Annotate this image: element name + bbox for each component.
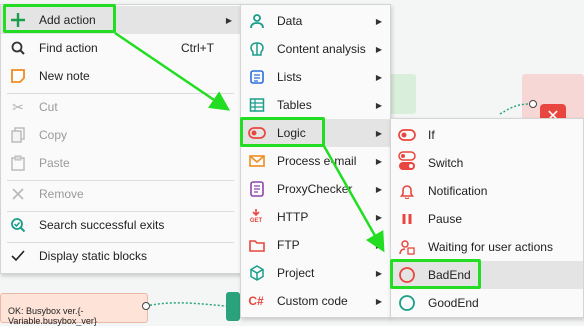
logic-item-label: Waiting for user actions <box>428 240 553 254</box>
menu-item-label: Cut <box>39 100 58 114</box>
submenu-item-content-analysis[interactable]: Content analysis ▶ <box>241 35 390 63</box>
submenu-item-custom-code[interactable]: C# Custom code ▶ <box>241 287 390 315</box>
submenu-item-lists[interactable]: Lists ▶ <box>241 63 390 91</box>
http-icon-text: GET <box>249 218 263 224</box>
logic-item-goodend[interactable]: GoodEnd <box>391 289 583 317</box>
note-icon <box>9 67 27 85</box>
submenu-item-label: Custom code <box>277 294 348 308</box>
chevron-right-icon: ▶ <box>375 212 382 222</box>
submenu-item-ftp[interactable]: FTP ▶ <box>241 231 390 259</box>
switch-icon <box>398 151 416 170</box>
menu-item-find-action[interactable]: Find action Ctrl+T <box>1 34 240 62</box>
menu-item-label: Search successful exits <box>39 218 165 232</box>
menu-item-cut[interactable]: ✂ Cut <box>1 93 240 121</box>
paste-icon <box>9 154 27 172</box>
logic-item-label: GoodEnd <box>428 296 479 310</box>
chevron-right-icon: ▶ <box>375 268 382 278</box>
menu-item-copy[interactable]: Copy <box>1 121 240 149</box>
good-end-circle-icon <box>398 294 416 312</box>
logic-item-notification[interactable]: Notification <box>391 177 583 205</box>
submenu-item-label: HTTP <box>277 210 309 224</box>
http-get-icon: GET <box>247 207 265 225</box>
submenu-item-label: Lists <box>277 70 302 84</box>
highlight-box-badend <box>390 259 481 289</box>
actions-submenu: Data ▶ Content analysis ▶ Lists ▶ Tables… <box>240 4 391 318</box>
highlight-box-logic <box>240 117 325 147</box>
table-icon <box>248 96 266 114</box>
submenu-item-data[interactable]: Data ▶ <box>241 7 390 35</box>
scissors-icon: ✂ <box>12 98 24 115</box>
chevron-right-icon: ▶ <box>375 296 382 306</box>
submenu-item-label: ProxyChecker <box>277 182 353 196</box>
chevron-right-icon: ▶ <box>225 15 232 25</box>
submenu-item-label: FTP <box>277 238 300 252</box>
menu-item-search-successful-exits[interactable]: Search successful exits <box>1 211 240 239</box>
menu-item-label: Remove <box>39 187 84 201</box>
highlight-box-add-action <box>3 4 116 33</box>
submenu-item-label: Data <box>277 14 303 28</box>
submenu-item-http[interactable]: GET HTTP ▶ <box>241 203 390 231</box>
menu-item-label: New note <box>39 69 90 83</box>
pause-icon <box>398 210 416 228</box>
remove-icon <box>9 185 27 203</box>
submenu-item-label: Tables <box>277 98 312 112</box>
search-icon <box>9 39 27 57</box>
chevron-right-icon: ▶ <box>375 16 382 26</box>
person-icon <box>248 12 266 30</box>
canvas-note-text-2: Variable.busybox_ver} <box>8 316 97 326</box>
chevron-right-icon: ▶ <box>375 72 382 82</box>
chevron-right-icon: ▶ <box>375 240 382 250</box>
list-icon <box>248 68 266 86</box>
menu-item-new-note[interactable]: New note <box>1 62 240 90</box>
logic-item-label: If <box>428 128 435 142</box>
chevron-right-icon: ▶ <box>375 44 382 54</box>
logic-item-waiting-for-user-actions[interactable]: Waiting for user actions <box>391 233 583 261</box>
csharp-icon: C# <box>248 294 264 308</box>
canvas-note-text: OK: Busybox ver.{- <box>8 306 84 316</box>
canvas-connector <box>145 302 227 307</box>
bell-icon <box>398 182 416 200</box>
shortcut-label: Ctrl+T <box>181 41 214 55</box>
copy-icon <box>9 126 27 144</box>
menu-item-label: Find action <box>39 41 98 55</box>
folder-icon <box>248 236 266 254</box>
submenu-item-tables[interactable]: Tables ▶ <box>241 91 390 119</box>
submenu-item-project[interactable]: Project ▶ <box>241 259 390 287</box>
menu-item-label: Display static blocks <box>39 249 148 263</box>
cube-icon <box>248 264 266 282</box>
context-menu: Add action ▶ Find action Ctrl+T New note… <box>0 4 241 274</box>
chevron-right-icon: ▶ <box>375 100 382 110</box>
chevron-right-icon: ▶ <box>375 184 382 194</box>
submenu-item-label: Process e-mail <box>277 154 357 168</box>
logic-item-if[interactable]: If <box>391 121 583 149</box>
menu-item-display-static-blocks[interactable]: Display static blocks <box>1 242 240 270</box>
brain-icon <box>248 40 266 58</box>
if-toggle-icon <box>398 126 416 144</box>
checkmark-icon <box>9 247 27 265</box>
proxy-icon <box>248 180 266 198</box>
logic-item-label: Pause <box>428 212 463 226</box>
menu-item-label: Copy <box>39 128 68 142</box>
menu-item-paste[interactable]: Paste <box>1 149 240 177</box>
submenu-item-label: Content analysis <box>277 42 366 56</box>
menu-item-remove[interactable]: Remove <box>1 180 240 208</box>
canvas-block-teal[interactable] <box>226 292 240 321</box>
submenu-item-label: Project <box>277 266 315 280</box>
search-check-icon <box>9 216 27 234</box>
menu-item-label: Paste <box>39 156 70 170</box>
logic-item-pause[interactable]: Pause <box>391 205 583 233</box>
chevron-right-icon: ▶ <box>375 128 382 138</box>
submenu-item-process-email[interactable]: Process e-mail ▶ <box>241 147 390 175</box>
user-wait-icon <box>398 238 416 256</box>
logic-item-switch[interactable]: Switch <box>391 149 583 177</box>
logic-item-label: Switch <box>428 156 464 170</box>
submenu-item-proxychecker[interactable]: ProxyChecker ▶ <box>241 175 390 203</box>
chevron-right-icon: ▶ <box>375 156 382 166</box>
envelope-icon <box>248 152 266 170</box>
logic-item-label: Notification <box>428 184 488 198</box>
